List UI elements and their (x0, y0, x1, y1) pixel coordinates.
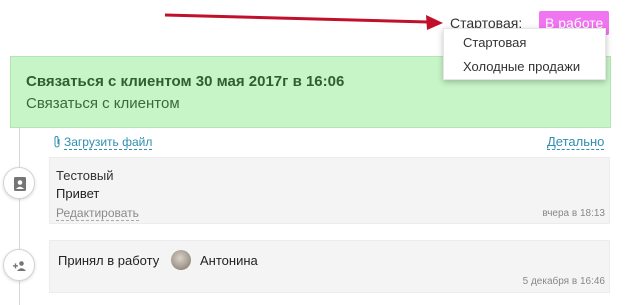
event-user-name: Антонина (200, 253, 258, 268)
add-user-icon (13, 261, 26, 271)
stage-option-start[interactable]: Стартовая (444, 31, 605, 55)
event-card: Принял в работу Антонина 5 декабря в 16:… (49, 240, 610, 293)
edit-comment-link[interactable]: Редактировать (56, 207, 139, 221)
comment-author: Тестовый (56, 168, 114, 183)
task-subtitle: Связаться с клиентом (26, 95, 180, 112)
details-link[interactable]: Детально (547, 135, 605, 150)
comment-text: Привет (56, 186, 100, 201)
event-text: Принял в работу (58, 253, 160, 268)
timeline-comment-marker (3, 167, 35, 199)
avatar (171, 250, 191, 270)
comment-timestamp: вчера в 18:13 (542, 208, 605, 219)
stage-option-cold-sales[interactable]: Холодные продажи (444, 55, 605, 79)
paperclip-icon (54, 136, 60, 148)
contact-card-icon (14, 177, 26, 191)
timeline-event-marker (3, 249, 35, 281)
task-title: Связаться с клиентом 30 мая 2017г в 16:0… (26, 73, 345, 90)
upload-file-link[interactable]: Загрузить файл (64, 135, 153, 150)
stage-dropdown: Стартовая Холодные продажи (443, 28, 606, 80)
comment-card: Тестовый Привет Редактировать вчера в 18… (49, 157, 610, 224)
event-timestamp: 5 декабря в 16:46 (522, 276, 605, 287)
